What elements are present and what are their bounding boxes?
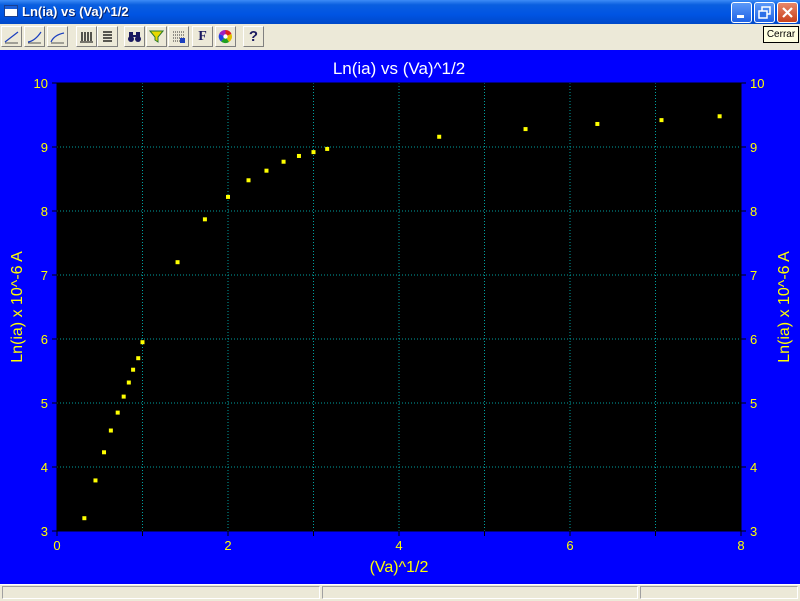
minimize-button[interactable] bbox=[731, 2, 752, 23]
help-button[interactable]: ? bbox=[243, 26, 264, 47]
data-point bbox=[264, 168, 269, 173]
y-tick-label: 10 bbox=[34, 76, 48, 91]
toolbar: F ? bbox=[0, 24, 800, 51]
y-axis-label: Ln(ia) x 10^-6 A bbox=[9, 251, 26, 363]
status-pane-3 bbox=[640, 586, 798, 599]
data-point bbox=[131, 367, 136, 372]
close-icon bbox=[782, 7, 793, 18]
y2-tick-label: 9 bbox=[750, 140, 757, 155]
restore-icon bbox=[758, 6, 771, 19]
data-point bbox=[93, 478, 98, 483]
y-tick-label: 5 bbox=[41, 396, 48, 411]
minimize-icon bbox=[737, 15, 744, 18]
x-tick-label: 4 bbox=[395, 538, 402, 553]
data-point bbox=[102, 450, 107, 455]
funnel-button[interactable] bbox=[146, 26, 167, 47]
data-point bbox=[659, 118, 664, 123]
data-point bbox=[311, 150, 316, 155]
data-point bbox=[246, 178, 251, 183]
data-point bbox=[82, 516, 87, 521]
line-plot-icon bbox=[4, 31, 19, 44]
y2-tick-label: 8 bbox=[750, 204, 757, 219]
chart: Ln(ia) vs (Va)^1/20 2 4 6 83 34 45 56 67 78 89 910 1… bbox=[0, 50, 800, 584]
data-point bbox=[140, 340, 145, 345]
smooth-curve-icon bbox=[50, 32, 65, 44]
data-point bbox=[325, 146, 330, 151]
color-wheel-icon bbox=[218, 29, 233, 44]
vertical-bars-icon bbox=[80, 32, 93, 43]
chart-title: Ln(ia) vs (Va)^1/2 bbox=[333, 59, 465, 78]
horizontal-lines-icon bbox=[103, 31, 112, 42]
help-icon: ? bbox=[248, 28, 259, 45]
curve-plot-icon bbox=[27, 31, 42, 44]
curve-plot-button[interactable] bbox=[24, 26, 45, 47]
data-point bbox=[226, 194, 230, 199]
y-tick-label: 7 bbox=[41, 268, 48, 283]
close-button[interactable] bbox=[777, 2, 798, 23]
y2-axis-label: Ln(ia) x 10^-6 A bbox=[776, 251, 793, 363]
color-wheel-button[interactable] bbox=[215, 26, 236, 47]
status-pane-2 bbox=[322, 586, 638, 599]
horizontal-lines-button[interactable] bbox=[97, 26, 118, 47]
data-point bbox=[121, 394, 126, 399]
data-point bbox=[281, 159, 286, 164]
data-point bbox=[523, 127, 528, 132]
y2-tick-label: 10 bbox=[750, 76, 764, 91]
smooth-curve-button[interactable] bbox=[47, 26, 68, 47]
y2-tick-label: 6 bbox=[750, 332, 757, 347]
x-tick-label: 6 bbox=[566, 538, 573, 553]
window-title-bar[interactable]: Ln(ia) vs (Va)^1/2 bbox=[0, 0, 800, 24]
y-tick-label: 6 bbox=[41, 332, 48, 347]
data-point bbox=[296, 153, 301, 158]
x-tick-label: 0 bbox=[53, 538, 60, 553]
x-axis-label: (Va)^1/2 bbox=[370, 559, 429, 576]
y2-tick-label: 7 bbox=[750, 268, 757, 283]
y2-tick-label: 4 bbox=[750, 460, 757, 475]
status-pane-1 bbox=[2, 586, 320, 599]
restore-button[interactable] bbox=[754, 2, 775, 23]
y-tick-label: 3 bbox=[41, 524, 48, 539]
data-point bbox=[126, 380, 131, 385]
x-tick-label: 8 bbox=[737, 538, 744, 553]
y-tick-label: 4 bbox=[41, 460, 48, 475]
x-tick-label: 2 bbox=[224, 538, 231, 553]
data-point bbox=[175, 260, 180, 265]
binoculars-button[interactable] bbox=[124, 26, 145, 47]
data-point bbox=[437, 134, 442, 139]
data-table-icon bbox=[173, 31, 185, 43]
y2-tick-label: 3 bbox=[750, 524, 757, 539]
y-tick-label: 9 bbox=[41, 140, 48, 155]
close-tooltip: Cerrar bbox=[763, 26, 799, 43]
data-point bbox=[717, 114, 722, 119]
data-table-button[interactable] bbox=[168, 26, 189, 47]
app-window-icon bbox=[4, 5, 18, 17]
font-button[interactable]: F bbox=[192, 26, 213, 47]
vertical-bars-button[interactable] bbox=[76, 26, 97, 47]
data-point bbox=[108, 428, 113, 433]
data-point bbox=[595, 121, 600, 126]
data-point bbox=[115, 410, 120, 415]
status-bar bbox=[0, 584, 800, 601]
window-title: Ln(ia) vs (Va)^1/2 bbox=[22, 4, 129, 19]
y-tick-label: 8 bbox=[41, 204, 48, 219]
funnel-icon bbox=[149, 30, 164, 43]
data-point bbox=[202, 217, 207, 222]
binoculars-icon bbox=[128, 32, 141, 42]
line-plot-button[interactable] bbox=[1, 26, 22, 47]
y2-tick-label: 5 bbox=[750, 396, 757, 411]
plot-area bbox=[57, 83, 741, 531]
font-icon: F bbox=[198, 29, 207, 44]
data-point bbox=[136, 356, 141, 361]
